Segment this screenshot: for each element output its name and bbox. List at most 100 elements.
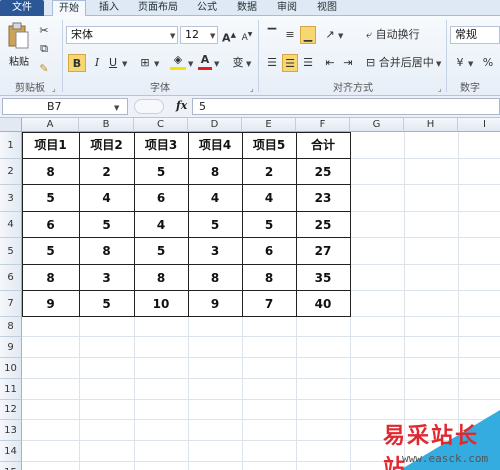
cell-d5[interactable]: 3 bbox=[188, 238, 242, 265]
copy-icon[interactable]: ⧉ bbox=[36, 40, 52, 58]
orientation-icon[interactable]: ↗ bbox=[322, 26, 338, 44]
header-cell-f1[interactable]: 合计 bbox=[296, 132, 350, 159]
chevron-down-icon[interactable]: ▼ bbox=[114, 104, 119, 112]
cell-e2[interactable]: 2 bbox=[242, 159, 296, 185]
cell-a4[interactable]: 6 bbox=[22, 212, 79, 238]
wrap-text-button[interactable]: ⤶ 自动换行 bbox=[366, 26, 446, 44]
cell-e4[interactable]: 5 bbox=[242, 212, 296, 238]
column-header-a[interactable]: A bbox=[22, 118, 79, 132]
font-name-select[interactable]: 宋体 bbox=[66, 26, 178, 44]
cell-c5[interactable]: 5 bbox=[134, 238, 188, 265]
cell-b6[interactable]: 3 bbox=[79, 265, 134, 291]
cell-e3[interactable]: 4 bbox=[242, 185, 296, 212]
row-header-4[interactable]: 4 bbox=[0, 212, 22, 238]
grow-font-button[interactable]: A▲ bbox=[222, 26, 236, 45]
cell-e5[interactable]: 6 bbox=[242, 238, 296, 265]
cell-f3[interactable]: 23 bbox=[296, 185, 350, 212]
cell-f7[interactable]: 40 bbox=[296, 291, 350, 317]
cell-d6[interactable]: 8 bbox=[188, 265, 242, 291]
alignment-launcher-icon[interactable]: ⌟ bbox=[438, 84, 442, 93]
row-header-14[interactable]: 14 bbox=[0, 441, 22, 462]
format-painter-icon[interactable]: ✎ bbox=[36, 60, 52, 78]
cell-a2[interactable]: 8 bbox=[22, 159, 79, 185]
row-header-1[interactable]: 1 bbox=[0, 132, 22, 159]
cell-a6[interactable]: 8 bbox=[22, 265, 79, 291]
column-header-f[interactable]: F bbox=[296, 118, 350, 132]
number-format-select[interactable]: 常规 bbox=[450, 26, 500, 44]
tab-home[interactable]: 开始 bbox=[52, 0, 86, 17]
borders-icon[interactable]: ⊞ bbox=[138, 54, 152, 72]
cell-f5[interactable]: 27 bbox=[296, 238, 350, 265]
cell-c7[interactable]: 10 bbox=[134, 291, 188, 317]
underline-button[interactable]: U bbox=[106, 54, 120, 72]
shrink-font-button[interactable]: A▼ bbox=[240, 26, 254, 44]
row-header-13[interactable]: 13 bbox=[0, 420, 22, 441]
cut-icon[interactable]: ✂ bbox=[36, 22, 52, 40]
clipboard-launcher-icon[interactable]: ⌟ bbox=[52, 84, 56, 93]
cell-a7[interactable]: 9 bbox=[22, 291, 79, 317]
column-header-h[interactable]: H bbox=[404, 118, 458, 132]
phonetic-button[interactable]: 变 bbox=[230, 54, 246, 72]
cell-e7[interactable]: 7 bbox=[242, 291, 296, 317]
align-top-icon[interactable]: ▔ bbox=[264, 26, 280, 44]
row-header-9[interactable]: 9 bbox=[0, 337, 22, 358]
merge-center-button[interactable]: ⊟ 合并后居中 bbox=[366, 54, 442, 72]
align-right-icon[interactable]: ☰ bbox=[300, 54, 316, 72]
align-bottom-icon[interactable]: ▁ bbox=[300, 26, 316, 44]
column-header-c[interactable]: C bbox=[134, 118, 188, 132]
currency-icon[interactable]: ¥ bbox=[452, 54, 468, 72]
increase-indent-icon[interactable]: ⇥ bbox=[340, 54, 356, 72]
row-header-15[interactable]: 15 bbox=[0, 462, 22, 470]
cell-e6[interactable]: 8 bbox=[242, 265, 296, 291]
insert-function-icon[interactable]: fx bbox=[176, 99, 187, 112]
name-box[interactable]: B7 bbox=[2, 98, 128, 115]
select-all-corner[interactable] bbox=[0, 118, 22, 132]
header-cell-c1[interactable]: 项目3 bbox=[134, 132, 188, 159]
align-middle-icon[interactable]: ≡ bbox=[282, 26, 298, 44]
row-header-2[interactable]: 2 bbox=[0, 159, 22, 185]
row-header-10[interactable]: 10 bbox=[0, 358, 22, 379]
font-color-button[interactable]: A bbox=[198, 54, 212, 72]
bold-button[interactable]: B bbox=[68, 54, 86, 72]
font-launcher-icon[interactable]: ⌟ bbox=[250, 84, 254, 93]
cell-b2[interactable]: 2 bbox=[79, 159, 134, 185]
tab-data[interactable]: 数据 bbox=[230, 0, 264, 16]
cell-f2[interactable]: 25 bbox=[296, 159, 350, 185]
cell-b7[interactable]: 5 bbox=[79, 291, 134, 317]
header-cell-b1[interactable]: 项目2 bbox=[79, 132, 134, 159]
header-cell-e1[interactable]: 项目5 bbox=[242, 132, 296, 159]
decrease-indent-icon[interactable]: ⇤ bbox=[322, 54, 338, 72]
header-cell-a1[interactable]: 项目1 bbox=[22, 132, 79, 159]
row-header-5[interactable]: 5 bbox=[0, 238, 22, 265]
tab-formulas[interactable]: 公式 bbox=[190, 0, 224, 16]
cell-b4[interactable]: 5 bbox=[79, 212, 134, 238]
cell-c4[interactable]: 4 bbox=[134, 212, 188, 238]
cell-d3[interactable]: 4 bbox=[188, 185, 242, 212]
tab-insert[interactable]: 插入 bbox=[92, 0, 126, 16]
align-left-icon[interactable]: ☰ bbox=[264, 54, 280, 72]
row-header-11[interactable]: 11 bbox=[0, 379, 22, 400]
tab-file[interactable]: 文件 bbox=[0, 0, 44, 16]
paste-button[interactable]: 粘贴 bbox=[6, 22, 32, 74]
formula-input[interactable]: 5 bbox=[192, 98, 500, 115]
cell-d7[interactable]: 9 bbox=[188, 291, 242, 317]
italic-button[interactable]: I bbox=[90, 54, 104, 72]
column-header-d[interactable]: D bbox=[188, 118, 242, 132]
cell-a5[interactable]: 5 bbox=[22, 238, 79, 265]
row-header-8[interactable]: 8 bbox=[0, 317, 22, 337]
tab-page-layout[interactable]: 页面布局 bbox=[132, 0, 184, 16]
cell-d4[interactable]: 5 bbox=[188, 212, 242, 238]
fill-color-button[interactable]: ◈ bbox=[170, 54, 186, 72]
align-center-icon[interactable]: ☰ bbox=[282, 54, 298, 72]
column-header-b[interactable]: B bbox=[79, 118, 134, 132]
cell-b5[interactable]: 8 bbox=[79, 238, 134, 265]
column-header-i[interactable]: I bbox=[458, 118, 500, 132]
cell-b3[interactable]: 4 bbox=[79, 185, 134, 212]
tab-view[interactable]: 视图 bbox=[310, 0, 344, 16]
tab-review[interactable]: 审阅 bbox=[270, 0, 304, 16]
row-header-3[interactable]: 3 bbox=[0, 185, 22, 212]
cell-c3[interactable]: 6 bbox=[134, 185, 188, 212]
row-header-12[interactable]: 12 bbox=[0, 400, 22, 420]
percent-icon[interactable]: % bbox=[480, 54, 496, 72]
row-header-6[interactable]: 6 bbox=[0, 265, 22, 291]
